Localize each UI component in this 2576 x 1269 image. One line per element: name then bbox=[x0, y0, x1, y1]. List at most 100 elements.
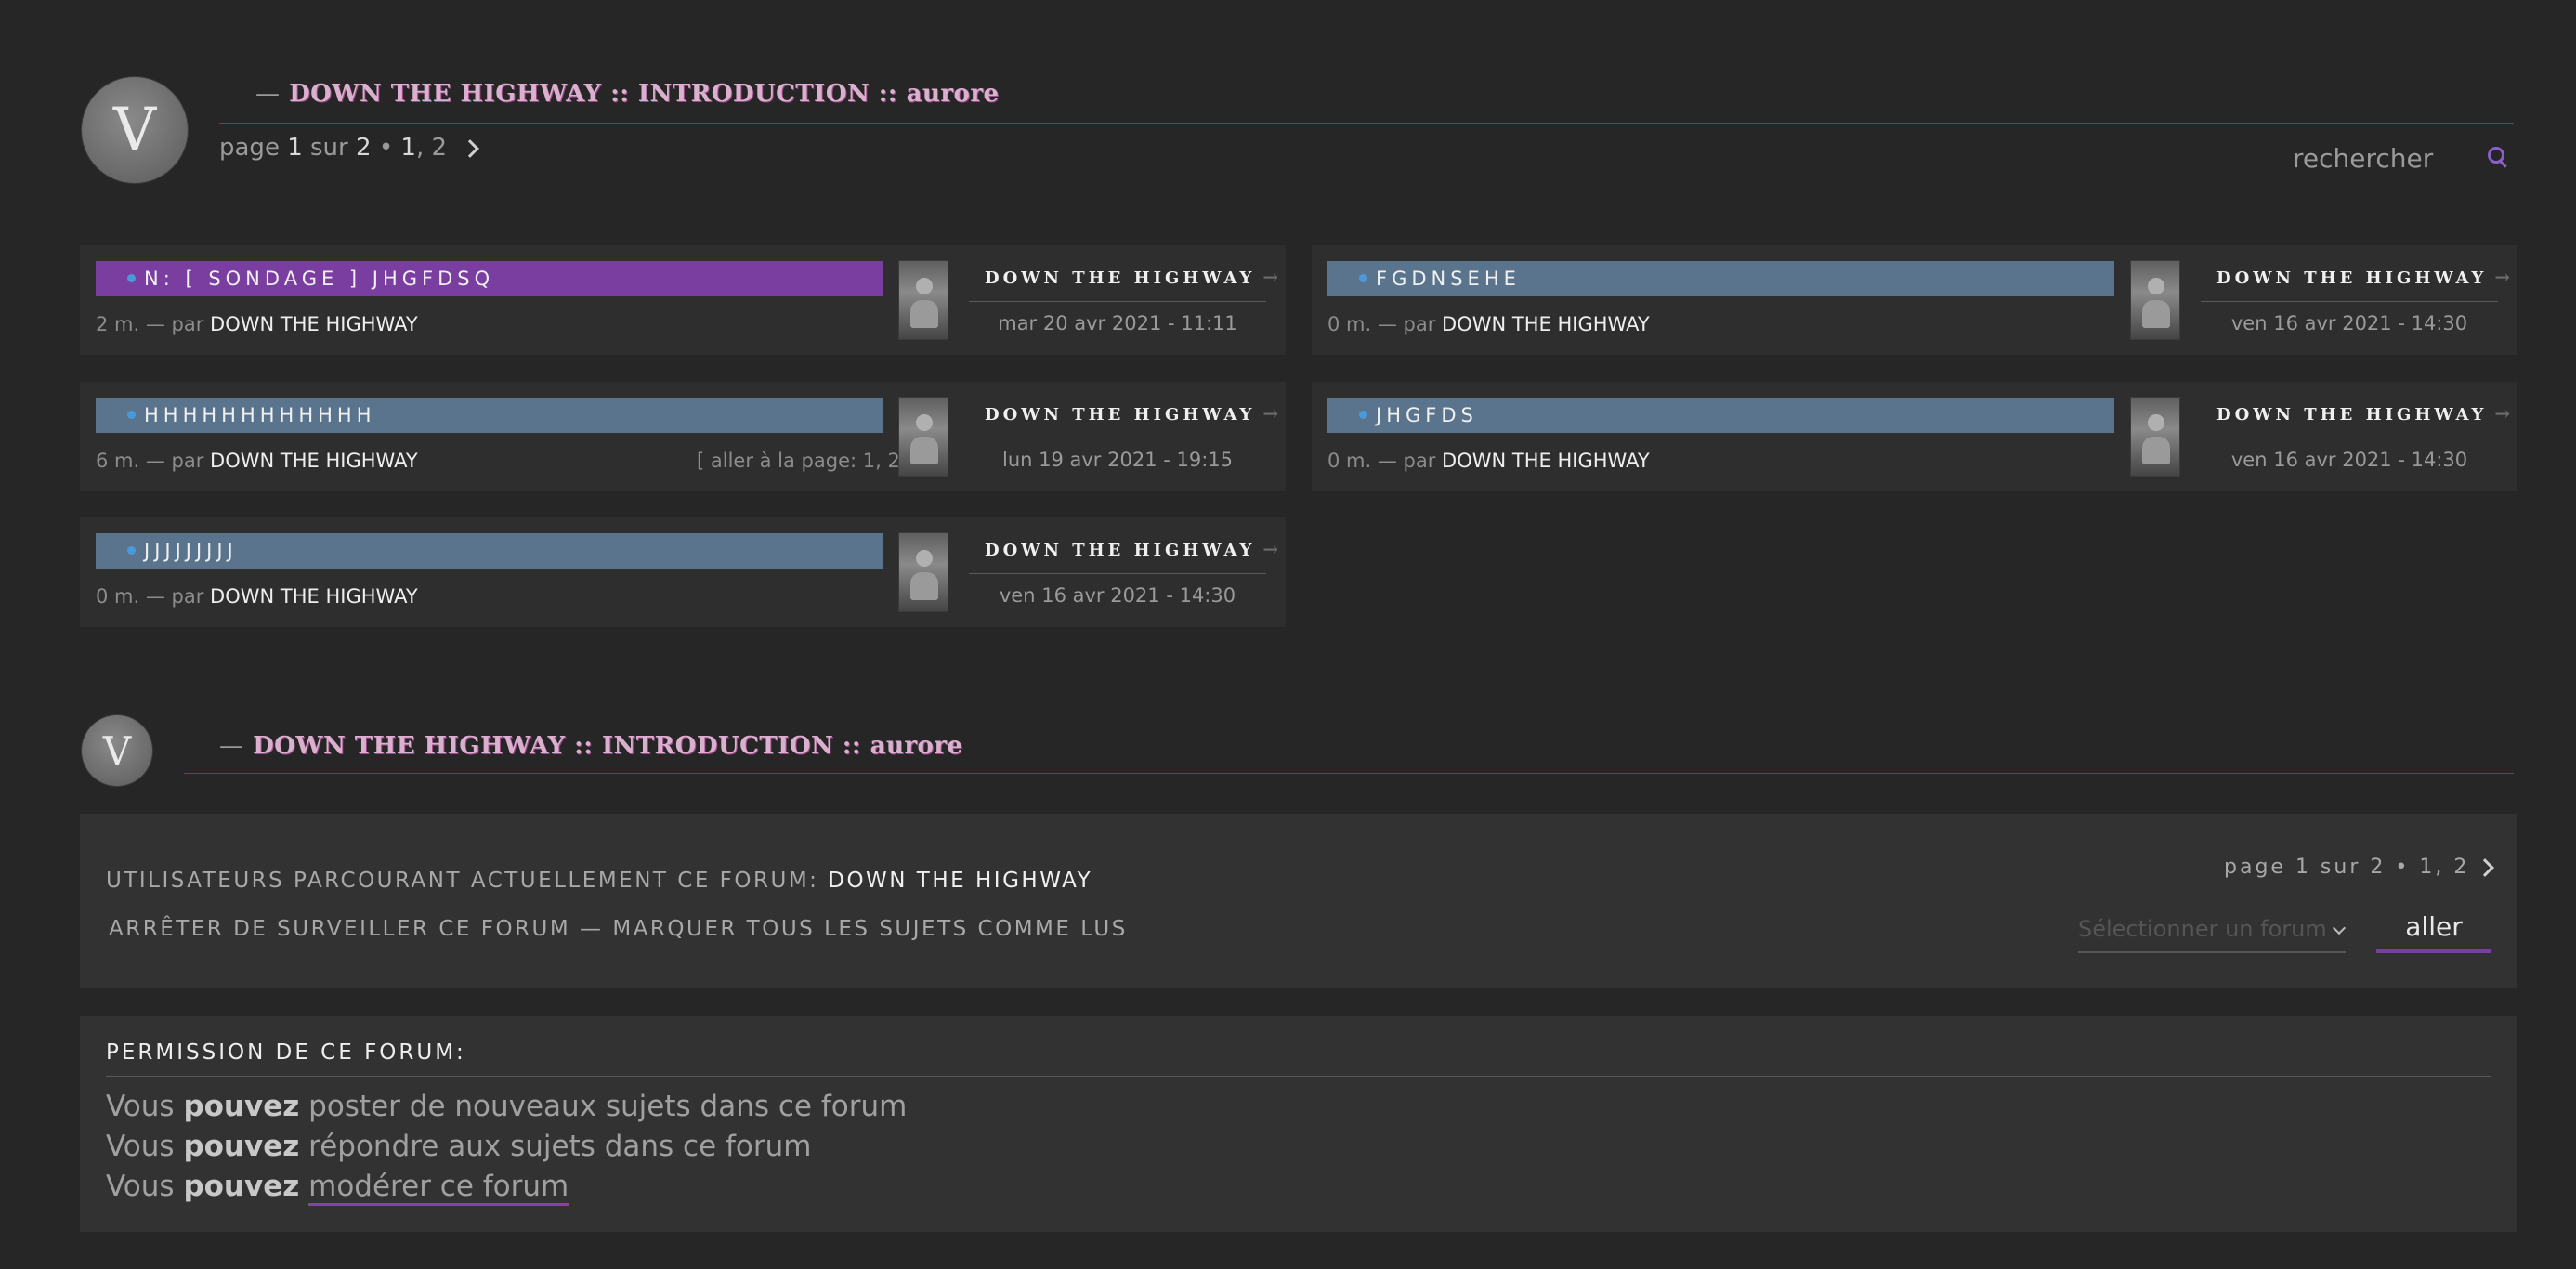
breadcrumb-category-link[interactable]: INTRODUCTION bbox=[638, 80, 870, 108]
arrow-right-icon[interactable]: → bbox=[2494, 266, 2514, 288]
goto-page-links[interactable]: [ aller à la page: 1, 2] bbox=[697, 450, 908, 472]
next-page-icon[interactable] bbox=[2476, 858, 2495, 877]
topic-meta-prefix: 2 m. — par bbox=[96, 313, 204, 335]
avatar[interactable] bbox=[898, 532, 948, 612]
topic-title: JJJJJJJJJ bbox=[144, 540, 238, 562]
topic-title-link[interactable]: HHHHHHHHHHHH bbox=[96, 398, 883, 433]
topic-meta-prefix: 6 m. — par bbox=[96, 450, 204, 472]
breadcrumb-forum-link[interactable]: DOWN THE HIGHWAY bbox=[289, 80, 601, 108]
last-post-user[interactable]: DOWN THE HIGHWAY → bbox=[2216, 402, 2514, 425]
last-post-user-name[interactable]: DOWN THE HIGHWAY bbox=[985, 405, 1255, 425]
avatar[interactable] bbox=[2130, 260, 2180, 340]
forum-logo[interactable]: V bbox=[82, 77, 188, 183]
topic-author-link[interactable]: DOWN THE HIGHWAY bbox=[210, 585, 418, 608]
topic-title-link[interactable]: FGDNSEHE bbox=[1327, 261, 2114, 296]
permission-vous: Vous bbox=[106, 1090, 175, 1123]
breadcrumb-rule bbox=[184, 773, 2514, 774]
pagination-bullet: • bbox=[378, 134, 394, 162]
go-button[interactable]: aller bbox=[2376, 911, 2491, 953]
moderate-forum-link[interactable]: modérer ce forum bbox=[308, 1170, 569, 1206]
search-input[interactable]: rechercher bbox=[2293, 143, 2433, 174]
topic-author-link[interactable]: DOWN THE HIGHWAY bbox=[1442, 450, 1650, 472]
permissions-title: PERMISSION DE CE FORUM: bbox=[106, 1040, 466, 1065]
breadcrumb-forum-link[interactable]: DOWN THE HIGHWAY bbox=[253, 732, 565, 760]
permission-pouvez: pouvez bbox=[183, 1170, 300, 1203]
permission-line: Vous pouvez poster de nouveaux sujets da… bbox=[106, 1090, 907, 1123]
footer-pagination-text[interactable]: page 1 sur 2 • 1, 2 bbox=[2224, 856, 2469, 879]
last-post-user-name[interactable]: DOWN THE HIGHWAY bbox=[985, 541, 1255, 560]
pagination-current: 1 bbox=[287, 134, 303, 162]
breadcrumb-separator: :: bbox=[574, 732, 594, 760]
next-page-icon[interactable] bbox=[461, 138, 480, 158]
topic-meta: 6 m. — par DOWN THE HIGHWAY bbox=[96, 450, 418, 472]
topic-status-icon bbox=[1359, 411, 1367, 419]
breadcrumb-dash: — bbox=[255, 80, 281, 108]
topic-title-link[interactable]: JJJJJJJJJ bbox=[96, 533, 883, 569]
avatar[interactable] bbox=[898, 397, 948, 477]
topic-meta: 0 m. — par DOWN THE HIGHWAY bbox=[96, 585, 418, 608]
topic-title: JHGFDS bbox=[1376, 404, 1478, 426]
last-post-rule bbox=[969, 301, 1266, 302]
topic-author-link[interactable]: DOWN THE HIGHWAY bbox=[210, 313, 418, 335]
footer-pagination[interactable]: page 1 sur 2 • 1, 2 bbox=[2224, 856, 2495, 879]
topic-meta-prefix: 0 m. — par bbox=[1327, 450, 1436, 472]
pagination: page 1 sur 2 • 1, 2 bbox=[219, 134, 480, 162]
breadcrumb-dash: — bbox=[219, 732, 244, 760]
breadcrumb-separator: :: bbox=[878, 80, 897, 108]
last-post-rule bbox=[2201, 301, 2498, 302]
users-browsing-user-link[interactable]: DOWN THE HIGHWAY bbox=[828, 869, 1092, 893]
last-post-user-name[interactable]: DOWN THE HIGHWAY bbox=[985, 268, 1255, 288]
last-post-date: lun 19 avr 2021 - 19:15 bbox=[1001, 449, 1234, 471]
permission-text: répondre aux sujets dans ce forum bbox=[308, 1130, 812, 1163]
breadcrumb: — DOWN THE HIGHWAY :: INTRODUCTION :: au… bbox=[255, 80, 1000, 108]
last-post-date: mar 20 avr 2021 - 11:11 bbox=[998, 312, 1237, 334]
arrow-right-icon[interactable]: → bbox=[1262, 266, 1282, 288]
arrow-right-icon[interactable]: → bbox=[1262, 538, 1282, 560]
topic-author-link[interactable]: DOWN THE HIGHWAY bbox=[210, 450, 418, 472]
permission-vous: Vous bbox=[106, 1170, 175, 1203]
last-post-user-name[interactable]: DOWN THE HIGHWAY bbox=[2216, 268, 2487, 288]
topic-status-icon bbox=[1359, 274, 1367, 282]
breadcrumb-category-link[interactable]: INTRODUCTION bbox=[602, 732, 833, 760]
forum-logo-small[interactable]: V bbox=[82, 715, 152, 786]
users-browsing: UTILISATEURS PARCOURANT ACTUELLEMENT CE … bbox=[106, 869, 1092, 893]
topic-status-icon bbox=[127, 274, 136, 282]
forum-select[interactable]: Sélectionner un forum bbox=[2078, 916, 2346, 953]
avatar[interactable] bbox=[2130, 397, 2180, 477]
pagination-total: 2 bbox=[356, 134, 372, 162]
last-post-rule bbox=[969, 573, 1266, 574]
arrow-right-icon[interactable]: → bbox=[2494, 402, 2514, 425]
last-post-user-name[interactable]: DOWN THE HIGHWAY bbox=[2216, 405, 2487, 425]
permissions-rule bbox=[106, 1076, 2491, 1077]
last-post-date: ven 16 avr 2021 - 14:30 bbox=[2230, 449, 2468, 471]
pagination-page-1[interactable]: 1 bbox=[400, 134, 416, 162]
last-post-user[interactable]: DOWN THE HIGHWAY → bbox=[985, 538, 1282, 560]
permission-pouvez: pouvez bbox=[183, 1130, 300, 1163]
forum-footer-panel bbox=[80, 814, 2517, 988]
breadcrumb-bottom: — DOWN THE HIGHWAY :: INTRODUCTION :: au… bbox=[219, 732, 963, 760]
pagination-sur: sur bbox=[310, 134, 348, 162]
last-post-date: ven 16 avr 2021 - 14:30 bbox=[2230, 312, 2468, 334]
permission-text: poster de nouveaux sujets dans ce forum bbox=[308, 1090, 908, 1123]
forum-select-value: Sélectionner un forum bbox=[2078, 916, 2327, 942]
pagination-label: page bbox=[219, 134, 280, 162]
topic-title-link[interactable]: JHGFDS bbox=[1327, 398, 2114, 433]
chevron-down-icon bbox=[2332, 921, 2346, 935]
topic-meta: 0 m. — par DOWN THE HIGHWAY bbox=[1327, 450, 1650, 472]
search-icon[interactable] bbox=[2488, 147, 2504, 164]
avatar[interactable] bbox=[898, 260, 948, 340]
stop-watching-link[interactable]: ARRÊTER DE SURVEILLER CE FORUM bbox=[109, 917, 570, 941]
breadcrumb-subforum-link[interactable]: aurore bbox=[907, 80, 1000, 108]
breadcrumb-subforum-link[interactable]: aurore bbox=[870, 732, 963, 760]
permission-line: Vous pouvez répondre aux sujets dans ce … bbox=[106, 1130, 812, 1163]
permission-line: Vous pouvez modérer ce forum bbox=[106, 1170, 569, 1206]
pagination-page-2[interactable]: 2 bbox=[432, 134, 448, 162]
last-post-user[interactable]: DOWN THE HIGHWAY → bbox=[985, 266, 1282, 288]
last-post-user[interactable]: DOWN THE HIGHWAY → bbox=[985, 402, 1282, 425]
permission-pouvez: pouvez bbox=[183, 1090, 300, 1123]
mark-all-read-link[interactable]: MARQUER TOUS LES SUJETS COMME LUS bbox=[612, 917, 1127, 941]
arrow-right-icon[interactable]: → bbox=[1262, 402, 1282, 425]
topic-author-link[interactable]: DOWN THE HIGHWAY bbox=[1442, 313, 1650, 335]
topic-title-link[interactable]: N: [ SONDAGE ] JHGFDSQ bbox=[96, 261, 883, 296]
last-post-user[interactable]: DOWN THE HIGHWAY → bbox=[2216, 266, 2514, 288]
